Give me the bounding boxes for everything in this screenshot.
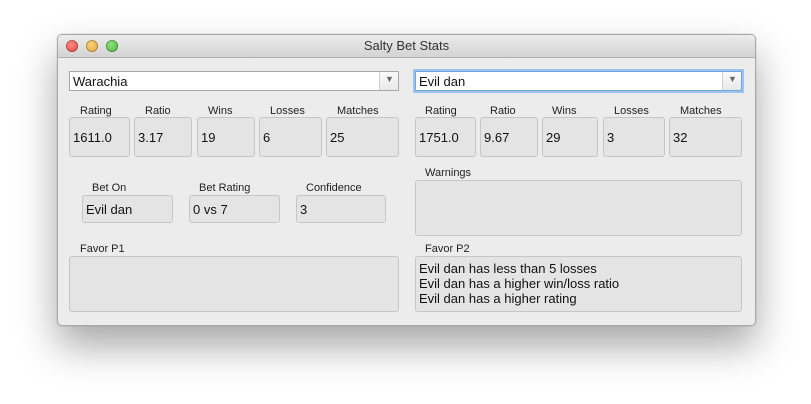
p2-losses-label: Losses xyxy=(614,105,649,117)
p2-matches-field[interactable]: 32 xyxy=(669,117,742,157)
favor-p1-label: Favor P1 xyxy=(80,243,125,255)
p1-matches-field[interactable]: 25 xyxy=(326,117,399,157)
p1-rating-field[interactable]: 1611.0 xyxy=(69,117,130,157)
p1-wins-field[interactable]: 19 xyxy=(197,117,255,157)
window-title: Salty Bet Stats xyxy=(363,38,450,53)
p1-losses-label: Losses xyxy=(270,105,305,117)
p1-ratio-label: Ratio xyxy=(145,105,171,117)
favor-p1-area[interactable] xyxy=(69,256,399,312)
player2-dropdown-button[interactable]: ▼ xyxy=(722,72,741,90)
p2-ratio-field[interactable]: 9.67 xyxy=(480,117,538,157)
player1-combobox[interactable]: Warachia ▼ xyxy=(69,71,399,91)
p2-ratio-label: Ratio xyxy=(490,105,516,117)
p2-rating-label: Rating xyxy=(425,105,457,117)
confidence-label: Confidence xyxy=(306,182,362,194)
p1-losses-field[interactable]: 6 xyxy=(259,117,322,157)
favor-p2-label: Favor P2 xyxy=(425,243,470,255)
bet-on-field[interactable]: Evil dan xyxy=(82,195,173,223)
player1-name[interactable]: Warachia xyxy=(73,74,127,89)
confidence-field[interactable]: 3 xyxy=(296,195,386,223)
app-window: Salty Bet Stats Warachia ▼ Evil dan ▼ Ra… xyxy=(57,34,756,326)
p2-wins-field[interactable]: 29 xyxy=(542,117,598,157)
title-bar[interactable]: Salty Bet Stats xyxy=(58,35,755,58)
player1-dropdown-button[interactable]: ▼ xyxy=(379,72,398,90)
chevron-down-icon: ▼ xyxy=(385,74,394,84)
p2-matches-label: Matches xyxy=(680,105,722,117)
chevron-down-icon: ▼ xyxy=(728,74,737,84)
favor-p2-item: Evil dan has a higher win/loss ratio xyxy=(419,276,620,291)
favor-p2-item: Evil dan has less than 5 losses xyxy=(419,261,597,276)
bet-rating-field[interactable]: 0 vs 7 xyxy=(189,195,280,223)
p1-rating-label: Rating xyxy=(80,105,112,117)
p2-losses-field[interactable]: 3 xyxy=(603,117,665,157)
p2-rating-field[interactable]: 1751.0 xyxy=(415,117,476,157)
bet-on-label: Bet On xyxy=(92,182,127,194)
p2-wins-label: Wins xyxy=(552,105,577,117)
favor-p2-area[interactable]: Evil dan has less than 5 losses Evil dan… xyxy=(415,256,742,312)
bet-rating-label: Bet Rating xyxy=(199,182,251,194)
player2-combobox[interactable]: Evil dan ▼ xyxy=(415,71,742,91)
p1-ratio-field[interactable]: 3.17 xyxy=(134,117,192,157)
warnings-label: Warnings xyxy=(425,167,472,179)
p1-wins-label: Wins xyxy=(208,105,233,117)
warnings-area[interactable] xyxy=(415,180,742,236)
p1-matches-label: Matches xyxy=(337,105,379,117)
favor-p2-item: Evil dan has a higher rating xyxy=(419,291,577,306)
player2-name[interactable]: Evil dan xyxy=(419,74,465,89)
